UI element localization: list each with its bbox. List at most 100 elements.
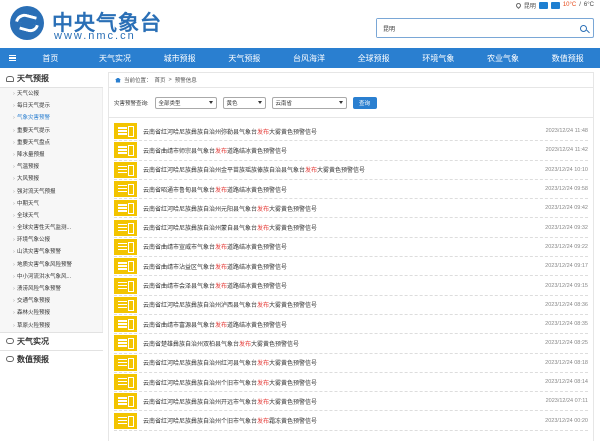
sidebar-item-river-flood[interactable]: 中小河流洪水气象风... — [0, 271, 102, 283]
alert-title[interactable]: 云南省曲靖市富源县气象台发布道路结冰黄色预警信号 — [143, 320, 526, 329]
breadcrumb-separator: > — [168, 77, 172, 83]
breadcrumb-current: 预警信息 — [174, 78, 197, 84]
sidebar-item-precipitation[interactable]: 降水量预报 — [0, 149, 102, 161]
list-item[interactable]: 云南省红河哈尼族彝族自治州红河县气象台发布大雾黄色预警信号 2023/12/24… — [114, 354, 588, 373]
alert-title[interactable]: 云南省曲靖市师宗县气象台发布道路结冰黄色预警信号 — [143, 146, 526, 155]
cma-logo-icon[interactable] — [10, 6, 44, 40]
sidebar-item-waterlogging[interactable]: 渍涝风险气象预警 — [0, 283, 102, 295]
province-select[interactable]: 云南省 — [271, 96, 347, 109]
filter-label: 灾害预警查询: — [114, 100, 149, 107]
list-item[interactable]: 云南省曲靖市师宗县气象台发布道路结冰黄色预警信号 2023/12/24 11:4… — [114, 141, 588, 161]
sidebar-item-flash-flood[interactable]: 山洪灾害气象预警 — [0, 246, 102, 258]
list-item[interactable]: 云南省红河哈尼族彝族自治州弥勒县气象台发布大雾黄色预警信号 2023/12/24… — [114, 122, 588, 142]
alert-title[interactable]: 云南省红河哈尼族彝族自治州金平苗族瑶族傣族自治县气象台发布大雾黄色预警信号 — [143, 165, 526, 174]
sidebar-section-label: 天气实况 — [17, 336, 49, 346]
alert-title[interactable]: 云南省红河哈尼族彝族自治州泸西县气象台发布大雾黄色预警信号 — [143, 300, 526, 309]
alert-time: 2023/12/24 08:36 — [545, 301, 588, 308]
list-item[interactable]: 云南省红河哈尼族彝族自治州开远市气象台发布大雾黄色预警信号 2023/12/24… — [114, 392, 588, 412]
list-item[interactable]: 云南省红河哈尼族彝族自治州个旧市气象台发布霜冻黄色预警信号 2023/12/24… — [114, 411, 588, 431]
sidebar-section-label: 数值预报 — [17, 354, 49, 364]
list-item[interactable]: 云南省昭通市鲁甸县气象台发布道路结冰黄色预警信号 2023/12/24 09:5… — [114, 180, 588, 200]
breadcrumb-home[interactable]: 首页 — [155, 76, 166, 84]
alert-title[interactable]: 云南省红河哈尼族彝族自治州个旧市气象台发布霜冻黄色预警信号 — [143, 416, 526, 425]
province-select-value: 云南省 — [275, 100, 293, 107]
alert-title[interactable]: 云南省红河哈尼族彝族自治州开远市气象台发布大雾黄色预警信号 — [143, 397, 526, 406]
search-button[interactable] — [573, 19, 593, 37]
alert-title[interactable]: 云南省红河哈尼族彝族自治州个旧市气象台发布大雾黄色预警信号 — [143, 378, 526, 387]
list-item[interactable]: 云南省红河哈尼族彝族自治州泸西县气象台发布大雾黄色预警信号 2023/12/24… — [114, 296, 588, 315]
sidebar-item-forest-fire[interactable]: 森林火险预报 — [0, 307, 102, 319]
list-item[interactable]: 云南省红河哈尼族彝族自治州元阳县气象台发布大雾黄色预警信号 2023/12/24… — [114, 199, 588, 219]
type-select[interactable]: 全部类型 — [154, 96, 217, 109]
nav-agriculture[interactable]: 农业气象 — [471, 53, 536, 64]
list-item[interactable]: 云南省楚雄彝族自治州双柏县气象台发布大雾黄色预警信号 2023/12/24 08… — [114, 334, 588, 354]
sidebar-item-bulletin[interactable]: 天气公报 — [0, 88, 102, 100]
nav-typhoon-ocean[interactable]: 台风海洋 — [277, 53, 342, 64]
sidebar-section-observation[interactable]: 天气实况 — [0, 331, 103, 350]
alert-title[interactable]: 云南省红河哈尼族彝族自治州红河县气象台发布大雾黄色预警信号 — [143, 358, 526, 367]
list-item[interactable]: 云南省红河哈尼族彝族自治州金平苗族瑶族傣族自治县气象台发布大雾黄色预警信号 20… — [114, 161, 588, 180]
query-button[interactable]: 查询 — [352, 96, 377, 109]
alert-time: 2023/12/24 09:32 — [545, 224, 588, 231]
chevron-down-icon — [338, 101, 343, 104]
sidebar-item-global[interactable]: 全球天气 — [0, 210, 102, 222]
sidebar-item-traffic[interactable]: 交通气象预报 — [0, 295, 102, 307]
sidebar-item-disaster-warning[interactable]: 气象灾害预警 — [0, 112, 102, 124]
sidebar-item-global-disaster[interactable]: 全球灾害性天气监测... — [0, 222, 102, 234]
alert-title[interactable]: 云南省楚雄彝族自治州双柏县气象台发布大雾黄色预警信号 — [143, 339, 526, 348]
sidebar-item-geologic[interactable]: 地质灾害气象风险预警 — [0, 259, 102, 271]
sidebar-item-medium-range[interactable]: 中期天气 — [0, 198, 102, 210]
nav-city-forecast[interactable]: 城市预报 — [147, 53, 212, 64]
alert-time: 2023/12/24 07:11 — [545, 398, 588, 405]
cloud-icon — [6, 338, 14, 345]
chevron-down-icon — [257, 101, 262, 104]
sidebar-list: 天气公报 每日天气提示 气象灾害预警 重要天气提示 重要天气盘点 降水量预报 气… — [0, 88, 103, 332]
list-item[interactable]: 云南省曲靖市宣威市气象台发布道路结冰黄色预警信号 2023/12/24 09:2… — [114, 238, 588, 258]
site-header: 中央气象台 www.nmc.cn — [0, 0, 600, 48]
main-content: 当前位置： 首页 > 预警信息 灾害预警查询: 全部类型 黄色 云南省 查询 云… — [108, 72, 594, 441]
yellow-warning-icon — [114, 161, 137, 178]
nav-numerical[interactable]: 数值预报 — [535, 53, 600, 64]
yellow-warning-icon — [114, 296, 137, 313]
nav-observation[interactable]: 天气实况 — [83, 53, 148, 64]
alert-time: 2023/12/24 08:18 — [545, 359, 588, 366]
list-item[interactable]: 云南省曲靖市会泽县气象台发布道路结冰黄色预警信号 2023/12/24 09:1… — [114, 276, 588, 296]
nav-weather-forecast[interactable]: 天气预报 — [212, 53, 277, 64]
sidebar-section-numerical[interactable]: 数值预报 — [0, 349, 103, 368]
alert-title[interactable]: 云南省曲靖市会泽县气象台发布道路结冰黄色预警信号 — [143, 281, 526, 290]
search-input[interactable] — [377, 19, 567, 37]
alert-title[interactable]: 云南省曲靖市宣威市气象台发布道路结冰黄色预警信号 — [143, 242, 526, 251]
alert-title[interactable]: 云南省红河哈尼族彝族自治州蒙自县气象台发布大雾黄色预警信号 — [143, 223, 526, 232]
list-item[interactable]: 云南省曲靖市沾益区气象台发布道路结冰黄色预警信号 2023/12/24 09:1… — [114, 257, 588, 277]
sidebar-item-important-review[interactable]: 重要天气盘点 — [0, 137, 102, 149]
nav-global-forecast[interactable]: 全球预报 — [341, 53, 406, 64]
nav-home[interactable]: 首页 — [18, 53, 83, 64]
yellow-warning-icon — [114, 354, 137, 371]
cloud-icon — [6, 75, 14, 82]
alert-title[interactable]: 云南省昭通市鲁甸县气象台发布道路结冰黄色预警信号 — [143, 185, 526, 194]
home-icon — [115, 77, 121, 83]
yellow-warning-icon — [114, 335, 137, 352]
menu-icon[interactable] — [0, 54, 18, 62]
alert-title[interactable]: 云南省红河哈尼族彝族自治州元阳县气象台发布大雾黄色预警信号 — [143, 204, 526, 213]
sidebar-item-wind[interactable]: 大风预报 — [0, 173, 102, 185]
sidebar-item-environment[interactable]: 环境气象公报 — [0, 234, 102, 246]
sidebar-item-daily-tips[interactable]: 每日天气提示 — [0, 100, 102, 112]
sidebar-header[interactable]: 天气预报 — [0, 70, 103, 88]
sidebar-item-temperature[interactable]: 气温预报 — [0, 161, 102, 173]
sidebar-item-important-tips[interactable]: 重要天气提示 — [0, 125, 102, 137]
color-select-value: 黄色 — [226, 100, 238, 107]
nav-environment[interactable]: 环境气象 — [406, 53, 471, 64]
color-select[interactable]: 黄色 — [222, 96, 266, 109]
alert-time: 2023/12/24 08:25 — [545, 340, 588, 347]
sidebar-item-convection[interactable]: 强对流天气预报 — [0, 186, 102, 198]
alert-title[interactable]: 云南省曲靖市沾益区气象台发布道路结冰黄色预警信号 — [143, 262, 526, 271]
list-item[interactable]: 云南省红河哈尼族彝族自治州个旧市气象台发布大雾黄色预警信号 2023/12/24… — [114, 373, 588, 393]
sidebar-item-grassland-fire[interactable]: 草原火险预报 — [0, 320, 102, 332]
list-item[interactable]: 云南省曲靖市富源县气象台发布道路结冰黄色预警信号 2023/12/24 08:3… — [114, 315, 588, 335]
database-icon — [6, 356, 14, 363]
list-item[interactable]: 云南省红河哈尼族彝族自治州蒙自县气象台发布大雾黄色预警信号 2023/12/24… — [114, 218, 588, 238]
alert-title[interactable]: 云南省红河哈尼族彝族自治州弥勒县气象台发布大雾黄色预警信号 — [143, 127, 526, 136]
warning-filter: 灾害预警查询: 全部类型 黄色 云南省 查询 — [109, 88, 593, 118]
yellow-warning-icon — [114, 316, 137, 333]
